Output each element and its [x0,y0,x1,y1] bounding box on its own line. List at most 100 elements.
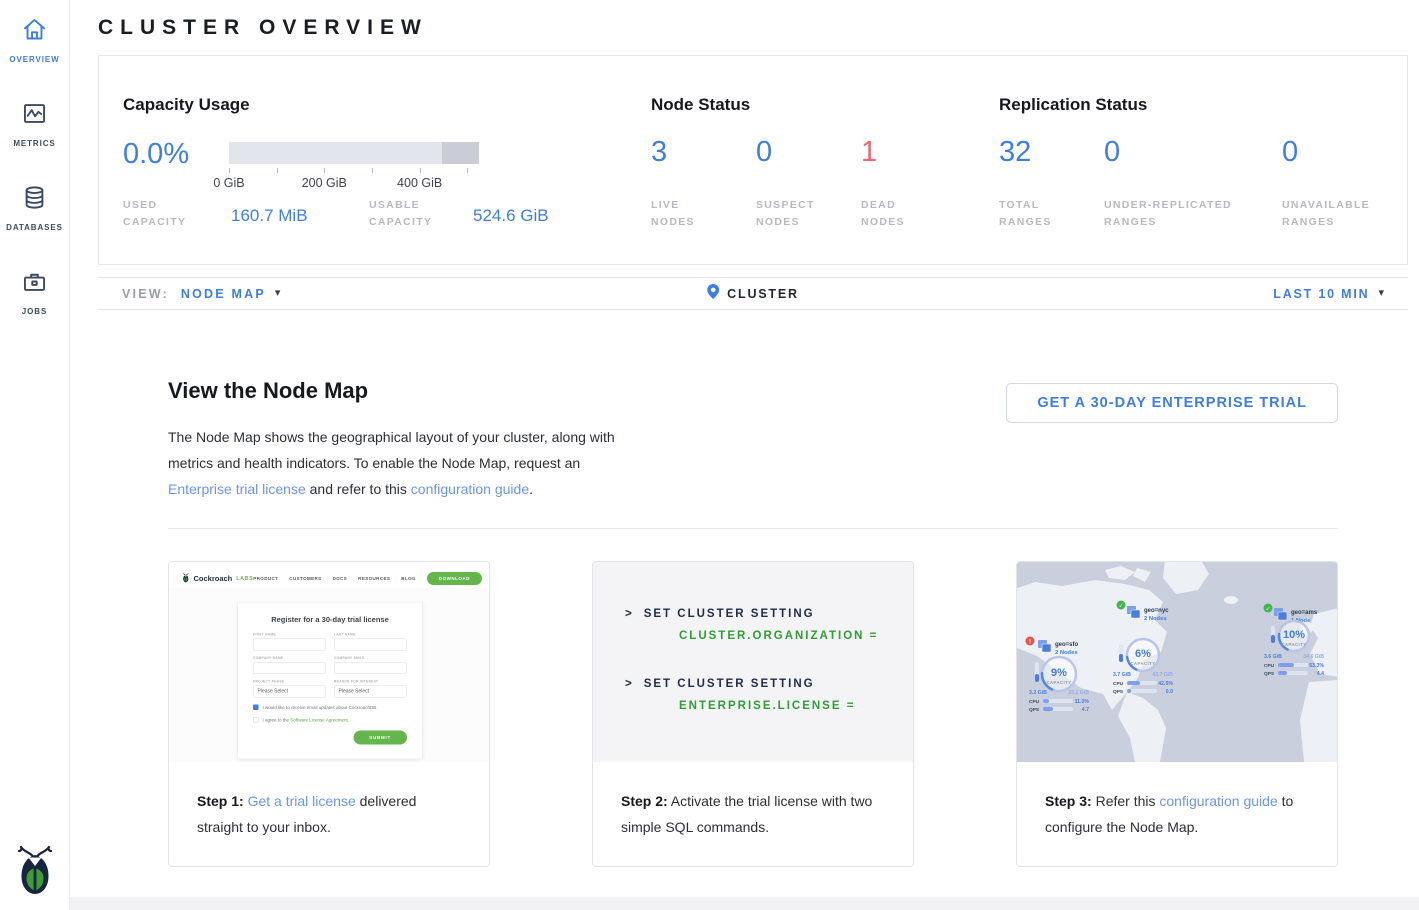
step1-caption: Step 1: Get a trial license delivered st… [169,762,489,840]
suspect-nodes-count: 0 [756,136,772,169]
svg-text:2 Nodes: 2 Nodes [1144,616,1167,622]
mini-field-input [253,662,326,674]
divider [168,528,1338,529]
svg-text:53.3%: 53.3% [1309,663,1324,669]
sidebar: OVERVIEW METRICS DATABASES JOBS [0,0,70,910]
time-range-dropdown[interactable]: LAST 10 MIN ▾ [1273,287,1384,301]
bottom-strip [70,897,1419,910]
svg-text:4.4: 4.4 [1317,671,1324,677]
sidebar-item-label: METRICS [13,139,55,148]
cockroach-labs-logo-icon [182,572,190,585]
mini-checkbox-unchecked [253,717,259,723]
mini-field-select: Please Select [334,686,407,698]
steps-cards: Cockroach LABS PRODUCT CUSTOMERS DOCS RE… [168,561,1338,867]
sql-argument: CLUSTER.ORGANIZATION = [679,630,913,642]
step3-caption: Step 3: Refer this configuration guide t… [1017,762,1337,840]
cluster-summary-panel: Capacity Usage 0.0% 0 GiB 200 GiB 400 Gi… [98,55,1408,265]
mini-field-label: COMPANY NAME [253,657,326,661]
mini-site-nav: PRODUCT CUSTOMERS DOCS RESOURCES BLOG [253,576,416,581]
mini-form-title: Register for a 30-day trial license [253,616,407,625]
svg-text:QPS: QPS [1264,671,1275,677]
mini-nav-item: RESOURCES [358,576,390,581]
step2-caption: Step 2: Activate the trial license with … [593,762,913,840]
svg-text:42.5%: 42.5% [1158,681,1173,687]
promo-text: and refer to this [306,481,411,497]
svg-text:10%: 10% [1283,629,1305,641]
svg-text:CAPACITY: CAPACITY [1281,642,1306,647]
mini-checkbox-label: I would like to receive email updates ab… [263,705,378,710]
replication-status-title: Replication Status [999,95,1147,115]
get-trial-license-link[interactable]: Get a trial license [248,793,356,809]
mini-field-label: LAST NAME [334,633,407,637]
sidebar-item-databases[interactable]: DATABASES [6,184,63,232]
time-range-value: LAST 10 MIN [1273,287,1369,301]
mini-nav-item: DOCS [333,576,348,581]
database-icon [21,184,48,216]
svg-text:9%: 9% [1051,667,1067,679]
step-text: Refer this [1092,793,1160,809]
mini-field-label: PROJECT PHASE [253,680,326,684]
under-replicated-label: UNDER-REPLICATED RANGES [1104,197,1264,231]
svg-text:QPS: QPS [1113,689,1124,695]
configuration-guide-link[interactable]: configuration guide [1159,793,1277,809]
mini-field-label: FIRST NAME [253,633,326,637]
home-icon [21,16,48,48]
enterprise-trial-license-link[interactable]: Enterprise trial license [168,481,306,497]
svg-text:CPU: CPU [1113,681,1124,687]
page-header: CLUSTER OVERVIEW [70,0,1419,55]
sidebar-item-overview[interactable]: OVERVIEW [9,16,59,64]
step3-card: ! geo=sfo 2 Nodes [1016,561,1338,867]
total-ranges-count: 32 [999,136,1031,169]
node-status-title: Node Status [651,95,750,115]
sql-prompt: > [625,608,634,620]
view-label: VIEW: [122,287,169,301]
svg-text:CAPACITY: CAPACITY [1046,680,1071,685]
mini-nav-item: BLOG [401,576,416,581]
used-capacity-value: 160.7 MiB [231,206,308,226]
node-map-panel: View the Node Map The Node Map shows the… [98,310,1408,898]
used-capacity-label: USED CAPACITY [123,197,195,231]
step1-card: Cockroach LABS PRODUCT CUSTOMERS DOCS RE… [168,561,490,867]
svg-text:6%: 6% [1135,648,1151,660]
total-ranges-label: TOTAL RANGES [999,197,1063,231]
live-nodes-count: 3 [651,136,667,169]
step-label: Step 1: [197,793,244,809]
node-map-screenshot: ! geo=sfo 2 Nodes [1017,562,1337,762]
cluster-overview-page: OVERVIEW METRICS DATABASES JOBS [0,0,1419,910]
sql-prompt: > [625,678,634,690]
mini-field-input [253,639,326,651]
svg-text:CPU: CPU [1029,699,1040,705]
map-pin-icon [707,284,719,304]
mini-field-label: REASON FOR INTEREST [334,680,407,684]
sql-argument: ENTERPRISE.LICENSE = [679,700,913,712]
suspect-nodes-label: SUSPECT NODES [756,197,820,231]
under-replicated-count: 0 [1104,136,1120,169]
mini-site-brand-suffix: LABS [236,576,253,582]
svg-text:geo=ams: geo=ams [1291,610,1318,616]
live-nodes-label: LIVE NODES [651,197,715,231]
page-title: CLUSTER OVERVIEW [98,16,428,40]
svg-text:11.0%: 11.0% [1075,699,1090,705]
chevron-down-icon: ▾ [1378,288,1384,299]
mini-nav-item: PRODUCT [253,576,278,581]
unavailable-ranges-count: 0 [1282,136,1298,169]
trial-signup-screenshot: Cockroach LABS PRODUCT CUSTOMERS DOCS RE… [169,562,490,762]
view-selector-dropdown[interactable]: NODE MAP ▾ [181,287,281,301]
mini-field-label: COMPANY EMAIL [334,657,407,661]
svg-text:3.2 GiB: 3.2 GiB [1029,690,1047,696]
sidebar-item-metrics[interactable]: METRICS [13,100,55,148]
dead-nodes-label: DEAD NODES [861,197,925,231]
step-label: Step 2: [621,793,668,809]
svg-text:34.6 GiB: 34.6 GiB [1303,654,1324,660]
configuration-guide-link[interactable]: configuration guide [411,481,529,497]
main-content: CLUSTER OVERVIEW Capacity Usage 0.0% 0 G… [70,0,1419,910]
briefcase-icon [21,268,48,300]
mini-checkbox-checked [253,705,259,711]
mini-submit-button: SUBMIT [353,731,407,745]
usable-capacity-label: USABLE CAPACITY [369,197,441,231]
capacity-bar [229,142,479,164]
mini-field-input [334,662,407,674]
sidebar-item-jobs[interactable]: JOBS [21,268,48,316]
step-label: Step 3: [1045,793,1092,809]
get-enterprise-trial-button[interactable]: GET A 30-DAY ENTERPRISE TRIAL [1006,383,1338,423]
